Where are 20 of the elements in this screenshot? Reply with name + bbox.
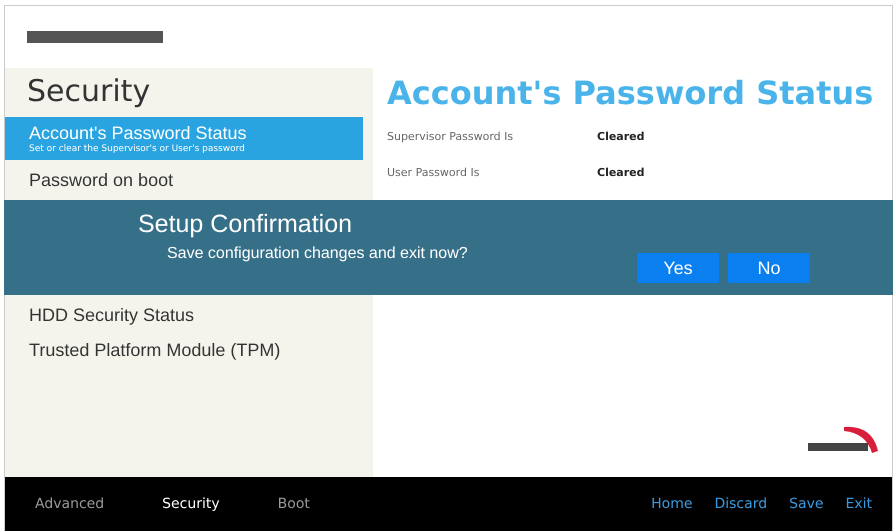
dialog-button[interactable]: Yes bbox=[637, 253, 719, 283]
sidebar-item[interactable]: Trusted Platform Module (TPM) bbox=[5, 336, 363, 365]
field-label: Supervisor Password Is bbox=[387, 130, 514, 145]
footer-link[interactable]: Discard bbox=[714, 496, 768, 512]
field-value: Cleared bbox=[597, 130, 646, 145]
field-label: User Password Is bbox=[387, 166, 480, 181]
dialog-button[interactable]: No bbox=[728, 253, 810, 283]
footer-link[interactable]: Save bbox=[789, 496, 824, 512]
sidebar-item[interactable]: Password on boot bbox=[5, 166, 363, 195]
dialog-message: Save configuration changes and exit now? bbox=[167, 245, 469, 263]
footer-link[interactable]: Home bbox=[651, 496, 692, 512]
dialog-title: Setup Confirmation bbox=[138, 210, 354, 239]
page-title: Security bbox=[26, 74, 152, 111]
footer-tab[interactable]: Security bbox=[162, 496, 220, 512]
sidebar-item[interactable]: HDD Security Status bbox=[5, 301, 363, 330]
footer-tab[interactable]: Boot bbox=[278, 496, 310, 512]
section-title: Account's Password Status bbox=[387, 74, 874, 112]
field-value: Cleared bbox=[597, 166, 646, 181]
footer-link[interactable]: Exit bbox=[845, 496, 872, 512]
footer-tab[interactable]: Advanced bbox=[35, 496, 104, 512]
